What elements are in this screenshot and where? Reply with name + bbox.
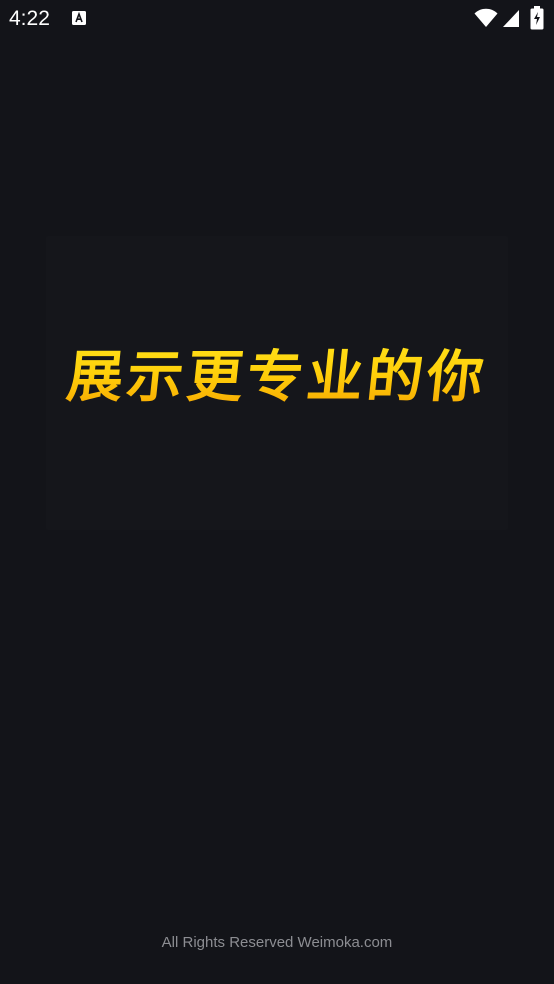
keyboard-a-icon (72, 11, 86, 25)
battery-charging-icon (530, 6, 544, 30)
wifi-icon (474, 8, 498, 27)
splash-panel: 展示更专业的你 (46, 236, 508, 530)
slogan-text: 展示更专业的你 (42, 340, 512, 416)
cell-signal-icon (503, 10, 519, 27)
copyright-footer: All Rights Reserved Weimoka.com (161, 934, 393, 951)
splash-screen: 4:22 展示更专业的你 All Rights Reserved Weimoka… (0, 0, 554, 984)
status-time: 4:22 (9, 7, 50, 30)
status-bar: 4:22 (0, 0, 554, 38)
